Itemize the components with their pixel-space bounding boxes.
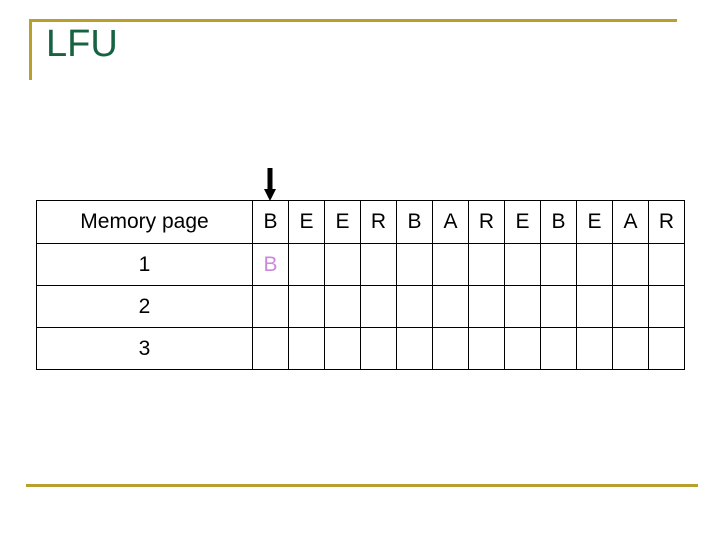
reference-string-cell: B xyxy=(540,200,577,244)
frame-slot-cell[interactable] xyxy=(612,285,649,328)
frame-slot-cell[interactable] xyxy=(360,327,397,370)
frame-slot-cell[interactable] xyxy=(540,327,577,370)
frame-slot-cell[interactable] xyxy=(612,327,649,370)
reference-string-cell: A xyxy=(432,200,469,244)
frame-slot-cell[interactable] xyxy=(288,243,325,286)
frame-slot-cell[interactable] xyxy=(504,327,541,370)
frame-slot-cell[interactable] xyxy=(576,327,613,370)
reference-string-cell: R xyxy=(648,200,685,244)
reference-string-cell: A xyxy=(612,200,649,244)
frame-slot-cell[interactable] xyxy=(252,285,289,328)
reference-string-cell: R xyxy=(360,200,397,244)
frame-slot-cell[interactable] xyxy=(576,243,613,286)
frame-slot-cell[interactable] xyxy=(648,327,685,370)
frame-index-label: 1 xyxy=(36,243,253,286)
frame-slot-cell[interactable] xyxy=(612,243,649,286)
frame-slot-cell[interactable] xyxy=(288,285,325,328)
frame-slot-cell[interactable] xyxy=(648,285,685,328)
frame-slot-cell[interactable] xyxy=(648,243,685,286)
memory-page-label: Memory page xyxy=(36,200,253,244)
frame-slot-cell[interactable]: B xyxy=(252,243,289,286)
frame-slot-cell[interactable] xyxy=(504,243,541,286)
frame-index-label: 3 xyxy=(36,327,253,370)
frame-slot-cell[interactable] xyxy=(396,243,433,286)
frame-slot-cell[interactable] xyxy=(324,243,361,286)
page-title: LFU xyxy=(46,23,118,65)
frame-slot-cell[interactable] xyxy=(432,285,469,328)
frame-slot-cell[interactable] xyxy=(576,285,613,328)
arrow-down-icon xyxy=(262,168,278,202)
frame-slot-cell[interactable] xyxy=(252,327,289,370)
memory-page-table: Memory page B E E R B A R E B E A R 1 B 2 3 xyxy=(36,200,685,370)
frame-slot-cell[interactable] xyxy=(540,285,577,328)
slide-canvas: LFU Memory page B E E R B A R E B E A R 1 B 2 3 xyxy=(0,0,720,540)
bottom-accent-rule xyxy=(26,484,698,487)
top-accent-rule xyxy=(29,19,677,22)
frame-slot-cell[interactable] xyxy=(468,327,505,370)
frame-slot-cell[interactable] xyxy=(540,243,577,286)
frame-slot-cell[interactable] xyxy=(288,327,325,370)
frame-slot-cell[interactable] xyxy=(468,243,505,286)
frame-slot-cell[interactable] xyxy=(360,243,397,286)
frame-slot-cell[interactable] xyxy=(504,285,541,328)
reference-string-cell: B xyxy=(396,200,433,244)
frame-slot-cell[interactable] xyxy=(360,285,397,328)
frame-index-label: 2 xyxy=(36,285,253,328)
reference-string-cell: R xyxy=(468,200,505,244)
table-row: 3 xyxy=(36,327,685,370)
frame-slot-cell[interactable] xyxy=(396,285,433,328)
frame-slot-cell[interactable] xyxy=(324,327,361,370)
reference-string-cell: E xyxy=(576,200,613,244)
frame-slot-cell[interactable] xyxy=(468,285,505,328)
reference-string-cell: E xyxy=(324,200,361,244)
frame-slot-cell[interactable] xyxy=(396,327,433,370)
reference-string-cell: E xyxy=(504,200,541,244)
table-header-row: Memory page B E E R B A R E B E A R xyxy=(36,200,685,244)
frame-slot-cell[interactable] xyxy=(432,327,469,370)
frame-slot-cell[interactable] xyxy=(324,285,361,328)
table-row: 2 xyxy=(36,285,685,328)
reference-string-cell: E xyxy=(288,200,325,244)
reference-string-cell: B xyxy=(252,200,289,244)
left-accent-rule xyxy=(29,19,32,80)
table-row: 1B xyxy=(36,243,685,286)
frame-slot-cell[interactable] xyxy=(432,243,469,286)
